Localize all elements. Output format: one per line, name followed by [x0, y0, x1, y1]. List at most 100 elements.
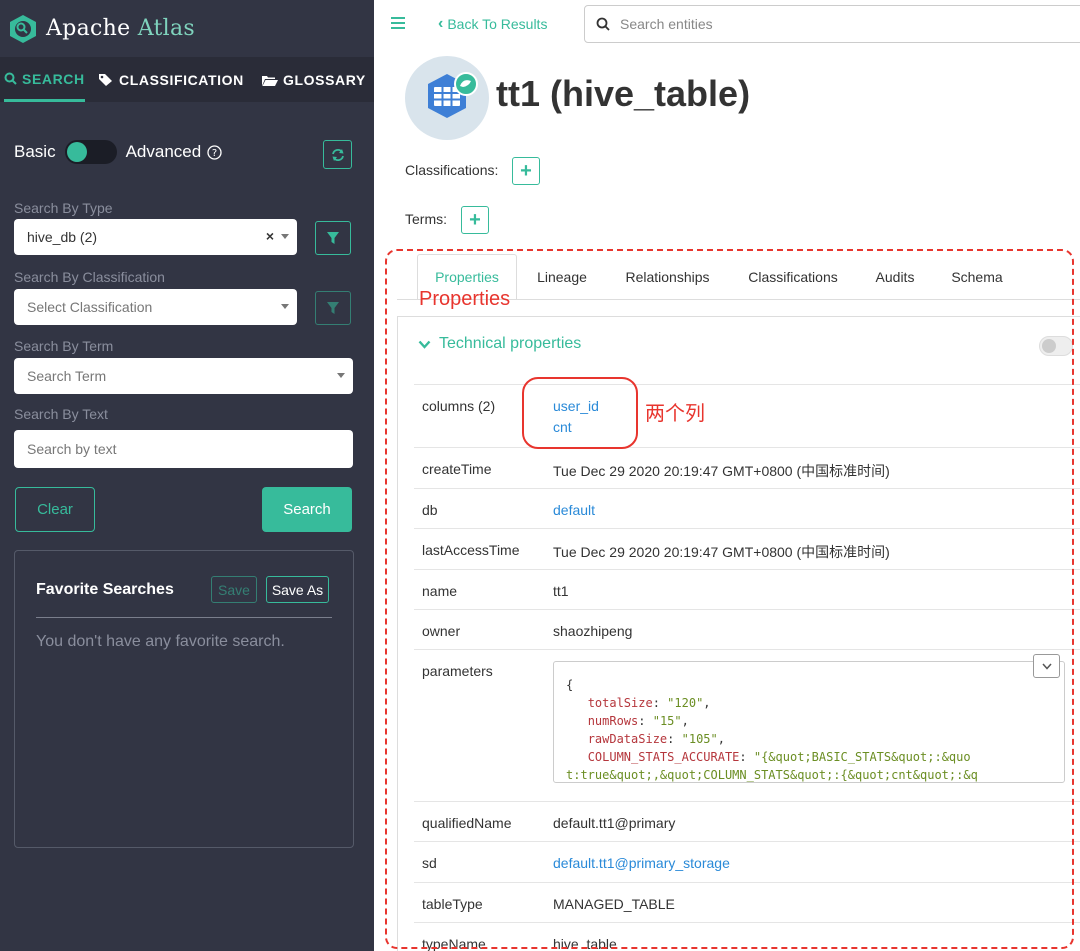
logo[interactable]: Apache Atlas [0, 0, 374, 58]
tab-relationships[interactable]: Relationships [616, 254, 719, 300]
tag-icon [99, 74, 112, 86]
property-row-qualifiedname: qualifiedName default.tt1@primary [414, 801, 1080, 841]
parameters-json-viewer[interactable]: { totalSize: "120", numRows: "15", rawDa… [553, 661, 1065, 783]
tab-search[interactable]: SEARCH [4, 58, 85, 102]
search-by-type-label: Search By Type [14, 200, 113, 216]
property-value: tt1 [553, 583, 569, 599]
type-filter-button[interactable] [315, 221, 351, 255]
tab-classification[interactable]: CLASSIFICATION [98, 58, 244, 102]
sidebar: Apache Atlas SEARCH CLASSIFICATION GLOSS… [0, 0, 374, 951]
search-by-term-label: Search By Term [14, 338, 114, 354]
tab-lineage[interactable]: Lineage [531, 254, 593, 300]
menu-icon[interactable] [391, 16, 405, 30]
property-value: hive_table [553, 936, 617, 951]
property-row-typename: typeName hive_table [414, 922, 1080, 951]
main-content: ‹ Back To Results Search entities tt1 (h… [374, 0, 1080, 951]
show-empty-values-toggle[interactable] [1039, 336, 1073, 356]
sd-link[interactable]: default.tt1@primary_storage [553, 855, 730, 871]
plus-icon: + [469, 208, 481, 231]
technical-properties-panel: Technical properties columns (2) user_id… [397, 316, 1080, 951]
entity-search-input[interactable]: Search entities [584, 5, 1080, 43]
clear-button[interactable]: Clear [15, 487, 95, 532]
annotation-properties: Properties [419, 288, 511, 310]
db-link[interactable]: default [553, 502, 595, 518]
save-favorite-button[interactable]: Save [211, 576, 257, 603]
chevron-down-icon [418, 340, 431, 349]
app-name: Apache Atlas [46, 16, 195, 41]
basic-label: Basic [14, 142, 56, 161]
property-value: Tue Dec 29 2020 20:19:47 GMT+0800 (中国标准时… [553, 463, 890, 479]
sidebar-nav: SEARCH CLASSIFICATION GLOSSARY [0, 58, 374, 102]
property-key: parameters [422, 663, 493, 679]
property-row-lastaccesstime: lastAccessTime Tue Dec 29 2020 20:19:47 … [414, 528, 1080, 569]
property-row-createtime: createTime Tue Dec 29 2020 20:19:47 GMT+… [414, 447, 1080, 488]
property-key: columns (2) [422, 398, 496, 414]
search-by-text-label: Search By Text [14, 406, 108, 422]
add-term-button[interactable]: + [461, 206, 489, 234]
property-key: owner [422, 623, 461, 639]
chevron-down-icon [337, 373, 345, 378]
hive-table-icon [405, 56, 489, 140]
tab-schema[interactable]: Schema [944, 254, 1010, 300]
property-row-tabletype: tableType MANAGED_TABLE [414, 882, 1080, 922]
save-as-favorite-button[interactable]: Save As [266, 576, 329, 603]
chevron-left-icon: ‹ [438, 15, 444, 32]
clear-type-icon[interactable]: × [266, 228, 274, 244]
refresh-icon [331, 148, 344, 161]
property-key: qualifiedName [422, 815, 512, 831]
terms-label: Terms: [405, 211, 447, 227]
property-key: lastAccessTime [422, 542, 520, 558]
filter-icon [327, 302, 339, 314]
info-icon[interactable]: ? [207, 144, 222, 160]
property-key: name [422, 583, 458, 599]
property-row-db: db default [414, 488, 1080, 528]
property-key: sd [422, 855, 437, 871]
search-button[interactable]: Search [262, 487, 352, 532]
property-key: createTime [422, 461, 492, 477]
advanced-switch[interactable] [64, 140, 117, 164]
property-key: typeName [422, 936, 486, 951]
annotation-columns-oval [522, 377, 638, 449]
property-row-parameters: parameters { totalSize: "120", numRows: … [414, 649, 1080, 801]
classifications-label: Classifications: [405, 162, 499, 178]
top-bar: ‹ Back To Results Search entities [374, 0, 1080, 48]
annotation-columns-note: 两个列 [645, 403, 705, 425]
property-row-owner: owner shaozhipeng [414, 609, 1080, 649]
property-row-name: name tt1 [414, 569, 1080, 609]
folder-open-icon [262, 75, 278, 86]
classification-select[interactable]: Select Classification [14, 289, 297, 325]
property-key: tableType [422, 896, 483, 912]
property-value: MANAGED_TABLE [553, 896, 675, 912]
search-mode-toggle-row: Basic Advanced ? [14, 140, 354, 164]
atlas-logo-icon [10, 14, 36, 43]
tab-audits[interactable]: Audits [868, 254, 922, 300]
svg-text:?: ? [212, 148, 217, 159]
property-row-sd: sd default.tt1@primary_storage [414, 841, 1080, 882]
chevron-down-icon [1041, 663, 1052, 670]
tab-glossary[interactable]: GLOSSARY [262, 58, 366, 102]
advanced-label: Advanced [125, 142, 202, 161]
search-by-classification-label: Search By Classification [14, 269, 165, 285]
property-value: default.tt1@primary [553, 815, 676, 831]
term-select[interactable]: Search Term [14, 358, 353, 394]
search-icon [596, 17, 610, 31]
collapse-json-button[interactable] [1033, 654, 1060, 678]
technical-properties-header[interactable]: Technical properties [418, 335, 581, 353]
favorite-searches-title: Favorite Searches [36, 581, 174, 598]
divider [36, 617, 332, 618]
type-select[interactable]: hive_db (2) × [14, 219, 297, 255]
property-key: db [422, 502, 438, 518]
tab-classifications[interactable]: Classifications [741, 254, 845, 300]
property-value: shaozhipeng [553, 623, 633, 639]
refresh-button[interactable] [323, 140, 352, 169]
favorite-searches-panel: Favorite Searches Save Save As You don't… [14, 550, 354, 848]
page-title: tt1 (hive_table) [496, 73, 751, 114]
filter-icon [327, 232, 339, 244]
search-icon [4, 72, 17, 85]
classification-filter-button[interactable] [315, 291, 351, 325]
back-to-results-link[interactable]: ‹ Back To Results [438, 15, 547, 33]
favorites-empty-message: You don't have any favorite search. [36, 633, 285, 650]
search-text-input[interactable]: Search by text [14, 430, 353, 468]
property-value: Tue Dec 29 2020 20:19:47 GMT+0800 (中国标准时… [553, 544, 890, 560]
add-classification-button[interactable]: + [512, 157, 540, 185]
